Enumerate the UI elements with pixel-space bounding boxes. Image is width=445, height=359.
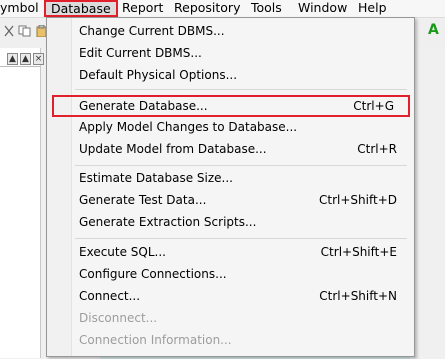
pane-close-icon[interactable]: × [33,53,44,65]
menu-item-generate-extraction-scripts[interactable]: Generate Extraction Scripts... [77,212,407,232]
menu-item-update-model-from-database[interactable]: Update Model from Database... Ctrl+R [77,139,407,159]
menu-item-edit-current-dbms[interactable]: Edit Current DBMS... [77,43,407,63]
menu-item-shortcut: Ctrl+Shift+N [319,289,397,303]
menu-item-label: Apply Model Changes to Database... [79,120,298,134]
cut-icon[interactable] [2,25,16,37]
menu-item-label: Connect... [79,289,141,303]
menu-item-label: Edit Current DBMS... [79,46,202,60]
workspace-background [416,48,445,358]
pane-divider [0,66,40,67]
pane-controls: ▲ ▲ × [7,53,44,65]
menu-item-label: Update Model from Database... [79,142,267,156]
menu-tools[interactable]: Tools [251,0,282,17]
menu-item-shortcut: Ctrl+G [353,99,394,113]
menu-report[interactable]: Report [122,0,163,17]
pane-restore-icon[interactable]: ▲ [20,53,31,65]
menu-item-label: Connection Information... [79,333,232,347]
menu-separator [75,89,407,90]
menu-item-shortcut: Ctrl+R [357,142,397,156]
menu-icon-gutter [47,18,72,356]
menu-item-change-current-dbms[interactable]: Change Current DBMS... [77,21,407,41]
menu-item-label: Change Current DBMS... [79,24,225,38]
database-menu-dropdown: Change Current DBMS... Edit Current DBMS… [46,17,415,357]
left-pane [0,48,41,358]
menu-item-label: Generate Database... [79,99,208,113]
menu-separator [75,238,407,239]
menu-item-label: Generate Extraction Scripts... [79,215,257,229]
menu-item-disconnect: Disconnect... [77,308,407,328]
menu-item-connection-information: Connection Information... [77,330,407,350]
menu-item-label: Configure Connections... [79,267,227,281]
menu-item-shortcut: Ctrl+Shift+D [319,193,397,207]
menu-item-label: Default Physical Options... [79,68,238,82]
menu-item-label: Generate Test Data... [79,193,207,207]
menu-window[interactable]: Window [298,0,347,17]
menu-help[interactable]: Help [358,0,387,17]
menu-item-generate-database[interactable]: Generate Database... Ctrl+G [52,95,410,117]
menu-repository[interactable]: Repository [174,0,240,17]
pane-up-icon[interactable]: ▲ [7,53,18,65]
copy-icon[interactable] [18,25,32,37]
menu-item-default-physical-options[interactable]: Default Physical Options... [77,65,407,85]
menu-database[interactable]: Database [44,0,118,17]
menu-item-estimate-database-size[interactable]: Estimate Database Size... [77,168,407,188]
menu-separator [75,165,407,166]
menu-item-connect[interactable]: Connect... Ctrl+Shift+N [77,286,407,306]
menu-item-label: Estimate Database Size... [79,171,233,185]
menu-item-label: Execute SQL... [79,245,166,259]
menu-item-configure-connections[interactable]: Configure Connections... [77,264,407,284]
menu-item-generate-test-data[interactable]: Generate Test Data... Ctrl+Shift+D [77,190,407,210]
menu-bar: ymbol Database Report Repository Tools W… [0,0,445,18]
menu-item-label: Disconnect... [79,311,158,325]
menu-symbol[interactable]: ymbol [0,0,39,17]
menu-item-apply-model-changes[interactable]: Apply Model Changes to Database... [77,117,407,137]
menu-item-shortcut: Ctrl+Shift+E [320,245,397,259]
font-a-icon[interactable]: A [428,22,439,38]
menu-item-execute-sql[interactable]: Execute SQL... Ctrl+Shift+E [77,242,407,262]
